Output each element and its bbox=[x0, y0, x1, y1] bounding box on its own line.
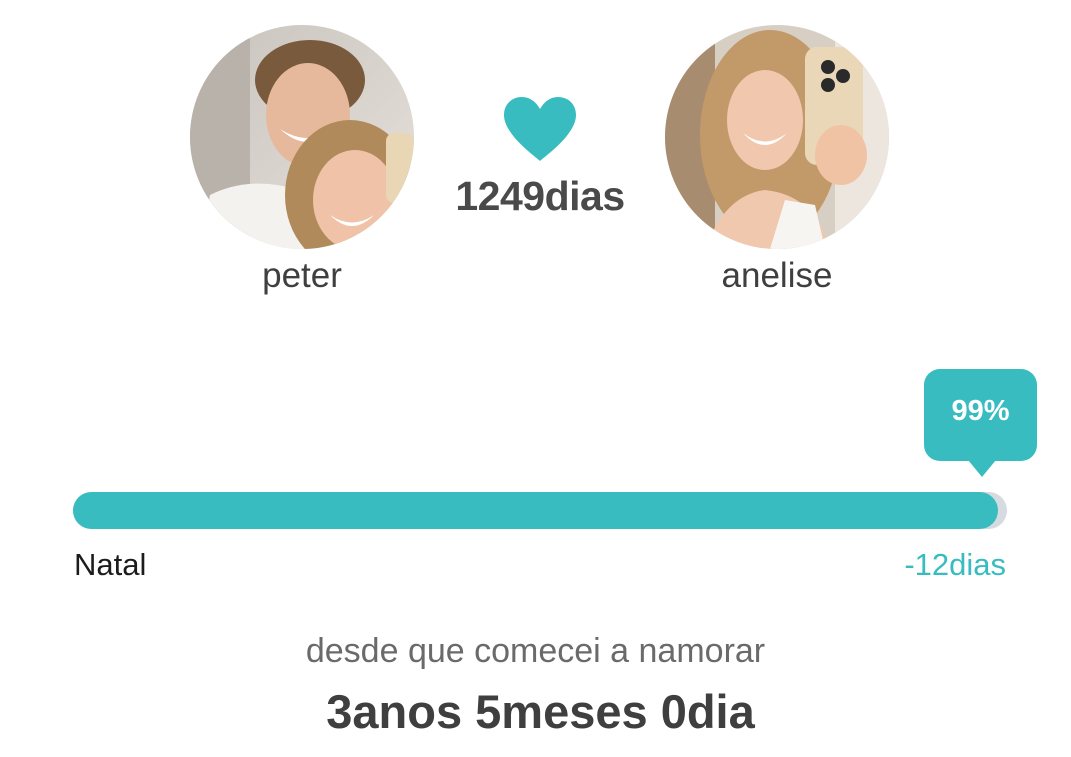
progress-percent-badge: 99% bbox=[924, 369, 1037, 477]
avatar-peter[interactable] bbox=[190, 25, 414, 249]
event-progress-fill bbox=[73, 492, 998, 529]
event-progress-bar bbox=[73, 492, 1007, 529]
days-together-count: 1249dias bbox=[455, 173, 625, 219]
relationship-duration: 3anos 5meses 0dia bbox=[326, 685, 755, 738]
avatar-anelise[interactable] bbox=[665, 25, 889, 249]
progress-percent-label: 99% bbox=[951, 395, 1010, 427]
event-countdown: -12dias bbox=[904, 547, 1006, 582]
since-label: desde que comecei a namorar bbox=[305, 632, 766, 670]
avatar-photo-peter bbox=[190, 25, 414, 249]
event-name: Natal bbox=[74, 547, 147, 582]
partner-name-right: anelise bbox=[721, 256, 833, 295]
heart-icon bbox=[504, 97, 576, 161]
avatar-photo-anelise bbox=[665, 25, 889, 249]
partner-name-left: peter bbox=[262, 256, 342, 295]
